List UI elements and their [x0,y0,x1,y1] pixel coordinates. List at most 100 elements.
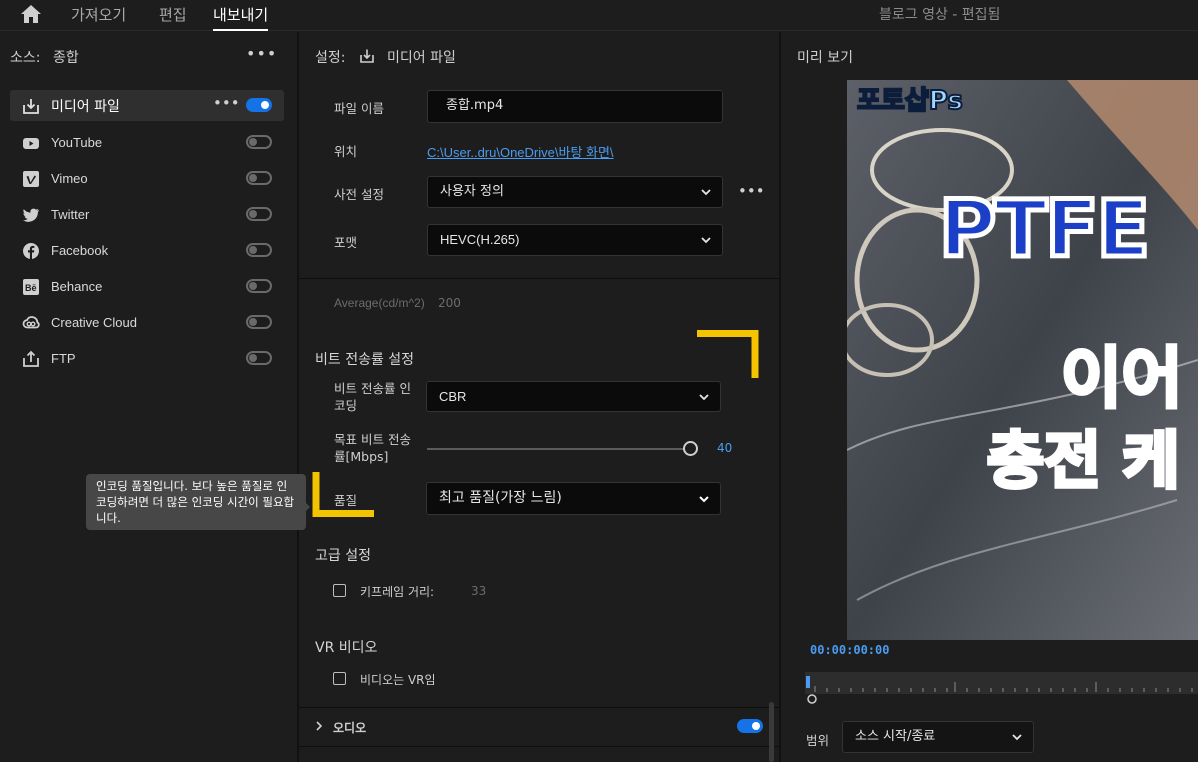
location-link[interactable]: C:\User..dru\OneDrive\바탕 화면\ [427,142,614,161]
bitrate-encoding-value: CBR [439,389,467,404]
quality-tooltip: 인코딩 품질입니다. 보다 높은 품질로 인코딩하려면 더 많은 인코딩 시간이… [86,474,306,530]
target-bitrate-value[interactable]: 40 [717,441,732,455]
destination-label: 미디어 파일 [51,99,120,115]
timecode[interactable]: 00:00:00:00 [810,643,889,657]
chevron-down-icon [701,189,711,196]
range-value: 소스 시작/종료 [855,729,936,744]
destination-ftp[interactable]: FTP [10,343,284,374]
settings-panel: 설정: 미디어 파일 파일 이름 종합.mp4 위치 C:\User..dru\… [299,32,779,762]
timeline-scrubber[interactable] [805,672,1198,694]
destination-label: Vimeo [51,171,88,186]
destination-label: Creative Cloud [51,315,137,330]
destination-toggle[interactable] [246,315,272,329]
range-label: 범위 [806,733,830,748]
destination-toggle[interactable] [246,351,272,365]
overlay-title-text: PTFE [937,183,1153,278]
destination-label: Facebook [51,243,109,258]
format-value: HEVC(H.265) [440,232,520,247]
media-file-icon [360,49,374,63]
settings-scrollbar[interactable] [769,702,774,762]
behance-icon: Bē [23,279,39,295]
tooltip-arrow [305,502,310,512]
target-bitrate-label: 목표 비트 전송률[Mbps] [334,432,411,464]
youtube-icon [23,138,39,149]
destination-label: YouTube [51,135,103,150]
chevron-down-icon [699,496,709,503]
preset-select[interactable]: 사용자 정의 [427,176,723,208]
keyframe-label: 키프레임 거리: [360,585,435,599]
destination-youtube[interactable]: YouTube [10,127,284,158]
facebook-icon [23,243,39,259]
filename-input[interactable]: 종합.mp4 [427,90,723,123]
twitter-icon [22,208,39,222]
destination-toggle[interactable] [246,279,272,293]
quality-select[interactable]: 최고 품질(가장 느림) [426,482,721,515]
destination-behance[interactable]: Bē Behance [10,271,284,302]
source-header: 소스: 종합 [10,47,79,67]
preset-more-icon[interactable]: ••• [738,182,765,200]
destination-twitter[interactable]: Twitter [10,199,284,230]
timeline-ticks [806,676,1193,692]
vr-checkbox[interactable] [333,672,346,685]
range-select[interactable]: 소스 시작/종료 [842,721,1034,753]
source-value[interactable]: 종합 [53,50,79,66]
target-bitrate-slider-handle[interactable] [683,441,698,456]
settings-header-value: 미디어 파일 [387,50,456,66]
tab-edit[interactable]: 편집 [159,4,187,31]
destination-label: FTP [51,351,76,366]
advanced-section-title: 고급 설정 [315,548,371,564]
vimeo-icon [23,171,39,187]
location-label: 위치 [334,144,358,159]
section-divider [299,278,779,279]
chevron-down-icon [1012,734,1022,741]
svg-text:Bē: Bē [25,283,37,293]
bitrate-encoding-select[interactable]: CBR [426,381,721,412]
overlay-line2-text: 이어 [1059,338,1184,419]
destination-toggle[interactable] [246,243,272,257]
destination-media-file[interactable]: 미디어 파일 ••• [10,90,284,121]
format-select[interactable]: HEVC(H.265) [427,224,723,256]
tab-export[interactable]: 내보내기 [213,4,269,31]
bitrate-encoding-label: 비트 전송률 인코딩 [334,381,411,413]
average-label: Average(cd/m^2) [334,296,425,310]
keyframe-value[interactable]: 33 [471,584,486,598]
quality-value: 최고 품질(가장 느림) [439,490,562,506]
audio-section-label[interactable]: 오디오 [333,719,366,736]
destination-facebook[interactable]: Facebook [10,235,284,266]
overlay-badge-text: 포토샵Ps [856,85,964,117]
tab-import[interactable]: 가져오기 [71,4,126,31]
destination-label: Behance [51,279,103,294]
media-file-icon [23,99,39,114]
vr-section-title: VR 비디오 [315,640,378,656]
preset-label: 사전 설정 [334,187,384,202]
vr-checkbox-label: 비디오는 VR임 [360,673,436,687]
ftp-icon [23,350,39,367]
average-value: 200 [438,296,461,310]
destination-vimeo[interactable]: Vimeo [10,163,284,194]
playhead-handle[interactable] [807,693,819,705]
source-label: 소스: [10,50,41,66]
section-divider [299,707,779,708]
destination-toggle[interactable] [246,207,272,221]
home-icon[interactable] [20,4,42,24]
annotation-bracket-bottom [312,472,374,517]
audio-toggle[interactable] [737,719,763,733]
chevron-right-icon[interactable] [315,721,323,731]
filename-label: 파일 이름 [334,101,384,116]
target-bitrate-slider-track[interactable] [427,448,689,450]
format-label: 포맷 [334,235,358,250]
destination-toggle[interactable] [246,98,272,112]
destination-toggle[interactable] [246,171,272,185]
destination-more-icon[interactable]: ••• [213,94,240,112]
keyframe-checkbox[interactable] [333,584,346,597]
top-nav-bar: 가져오기 편집 내보내기 블로그 영상 - 편집됨 [0,0,1198,31]
source-more-icon[interactable]: ••• [246,44,277,63]
creative-cloud-icon [22,316,40,329]
destination-label: Twitter [51,207,90,222]
settings-header-label: 설정: [315,50,346,66]
destination-toggle[interactable] [246,135,272,149]
destination-creative-cloud[interactable]: Creative Cloud [10,307,284,338]
window-title: 블로그 영상 - 편집됨 [879,7,1001,23]
chevron-down-icon [701,237,711,244]
section-divider [299,746,779,747]
